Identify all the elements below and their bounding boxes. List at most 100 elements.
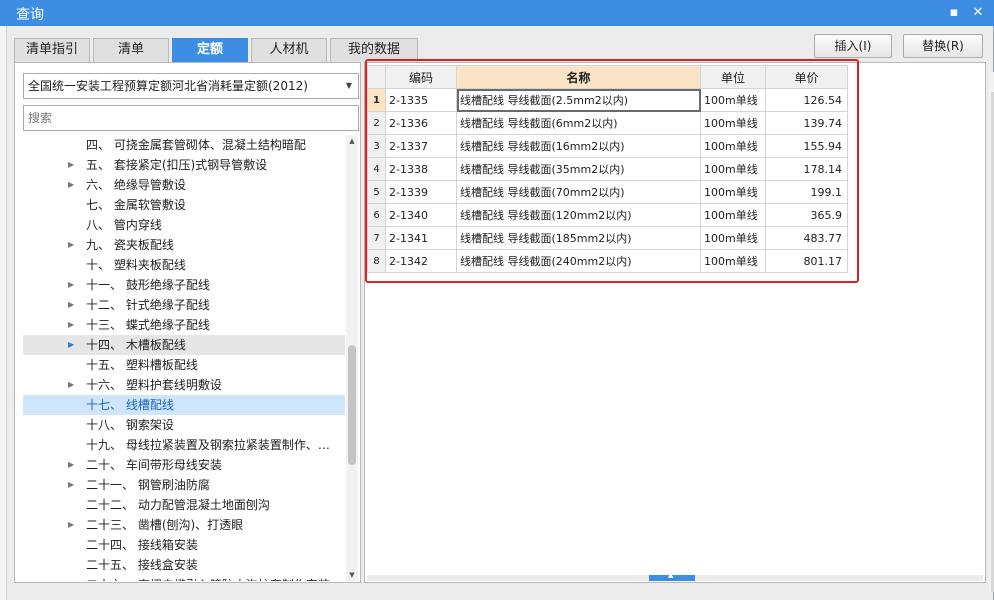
table-row[interactable]: 5 2-1339 线槽配线 导线截面(70mm2以内) 100m单线 199.1	[367, 180, 848, 204]
tree-item[interactable]: ▶ 九、 瓷夹板配线	[23, 235, 345, 255]
tree-item[interactable]: ▶ 二十一、 钢管刷油防腐	[23, 475, 345, 495]
tree-item[interactable]: 二十二、 动力配管混凝土地面刨沟	[23, 495, 345, 515]
scroll-down-icon[interactable]: ▼	[346, 569, 358, 581]
tree-item[interactable]: 十八、 钢索架设	[23, 415, 345, 435]
column-header-price[interactable]: 单价	[765, 65, 848, 89]
cell-price[interactable]: 199.1	[765, 180, 848, 204]
dialog-right-scrollbar[interactable]	[989, 72, 994, 592]
expand-caret-icon[interactable]: ▶	[68, 475, 74, 495]
cell-code[interactable]: 2-1338	[385, 157, 457, 181]
cell-code[interactable]: 2-1340	[385, 203, 457, 227]
tree-item[interactable]: ▶ 六、 绝缘导管敷设	[23, 175, 345, 195]
table-row[interactable]: 2 2-1336 线槽配线 导线截面(6mm2以内) 100m单线 139.74	[367, 111, 848, 135]
cell-name[interactable]: 线槽配线 导线截面(240mm2以内)	[456, 249, 701, 273]
cell-name[interactable]: 线槽配线 导线截面(16mm2以内)	[456, 134, 701, 158]
table-row[interactable]: 7 2-1341 线槽配线 导线截面(185mm2以内) 100m单线 483.77	[367, 226, 848, 250]
tree-item[interactable]: 八、 管内穿线	[23, 215, 345, 235]
splitter-grip[interactable]: ▲	[649, 571, 695, 581]
cell-price[interactable]: 483.77	[765, 226, 848, 250]
minimize-icon[interactable]: ▪	[944, 3, 964, 23]
cell-unit[interactable]: 100m单线	[700, 180, 766, 204]
cell-name[interactable]: 线槽配线 导线截面(70mm2以内)	[456, 180, 701, 204]
table-row[interactable]: 3 2-1337 线槽配线 导线截面(16mm2以内) 100m单线 155.94	[367, 134, 848, 158]
search-input[interactable]	[23, 105, 359, 131]
row-number[interactable]: 3	[367, 134, 386, 158]
row-number[interactable]: 6	[367, 203, 386, 227]
bottom-splitter[interactable]: ▲	[367, 571, 983, 581]
cell-unit[interactable]: 100m单线	[700, 203, 766, 227]
cell-price[interactable]: 801.17	[765, 249, 848, 273]
tab-labor-material-machine[interactable]: 人材机	[251, 38, 327, 62]
cell-name[interactable]: 线槽配线 导线截面(6mm2以内)	[456, 111, 701, 135]
cell-price[interactable]: 365.9	[765, 203, 848, 227]
table-row[interactable]: 1 2-1335 线槽配线 导线截面(2.5mm2以内) 100m单线 126.54	[367, 88, 848, 112]
cell-name[interactable]: 线槽配线 导线截面(2.5mm2以内)	[456, 88, 701, 112]
column-header-name[interactable]: 名称	[456, 65, 701, 89]
tree-item[interactable]: ▶ 五、 套接紧定(扣压)式钢导管敷设	[23, 155, 345, 175]
tree-item[interactable]: ▶ 二十三、 凿槽(刨沟)、打透眼	[23, 515, 345, 535]
cell-code[interactable]: 2-1335	[385, 88, 457, 112]
cell-code[interactable]: 2-1336	[385, 111, 457, 135]
tab-quota[interactable]: 定额	[172, 38, 248, 62]
expand-caret-icon[interactable]: ▶	[68, 295, 74, 315]
tree-item[interactable]: ▶ 十一、 鼓形绝缘子配线	[23, 275, 345, 295]
expand-caret-icon[interactable]: ▶	[68, 155, 74, 175]
replace-button[interactable]: 替换(R)	[903, 34, 983, 58]
cell-name[interactable]: 线槽配线 导线截面(185mm2以内)	[456, 226, 701, 250]
cell-code[interactable]: 2-1341	[385, 226, 457, 250]
tree-item[interactable]: 十五、 塑料槽板配线	[23, 355, 345, 375]
expand-caret-icon[interactable]: ▶	[68, 335, 74, 355]
tree-scrollbar[interactable]: ▲ ▼	[346, 135, 358, 581]
tree-item[interactable]: 七、 金属软管敷设	[23, 195, 345, 215]
table-row[interactable]: 8 2-1342 线槽配线 导线截面(240mm2以内) 100m单线 801.17	[367, 249, 848, 273]
expand-caret-icon[interactable]: ▶	[68, 375, 74, 395]
row-number[interactable]: 7	[367, 226, 386, 250]
insert-button[interactable]: 插入(I)	[814, 34, 892, 58]
tree-item[interactable]: 十、 塑料夹板配线	[23, 255, 345, 275]
tree-item[interactable]: 二十四、 接线箱安装	[23, 535, 345, 555]
cell-unit[interactable]: 100m单线	[700, 157, 766, 181]
cell-price[interactable]: 139.74	[765, 111, 848, 135]
row-number[interactable]: 2	[367, 111, 386, 135]
row-number[interactable]: 8	[367, 249, 386, 273]
cell-code[interactable]: 2-1337	[385, 134, 457, 158]
row-number[interactable]: 5	[367, 180, 386, 204]
expand-caret-icon[interactable]: ▶	[68, 455, 74, 475]
cell-unit[interactable]: 100m单线	[700, 249, 766, 273]
expand-caret-icon[interactable]: ▶	[68, 175, 74, 195]
cell-code[interactable]: 2-1339	[385, 180, 457, 204]
cell-price[interactable]: 126.54	[765, 88, 848, 112]
tree-item[interactable]: 十七、 线槽配线	[23, 395, 345, 415]
cell-unit[interactable]: 100m单线	[700, 134, 766, 158]
cell-unit[interactable]: 100m单线	[700, 88, 766, 112]
row-number[interactable]: 1	[367, 88, 386, 112]
cell-code[interactable]: 2-1342	[385, 249, 457, 273]
tab-my-data[interactable]: 我的数据	[330, 38, 418, 62]
table-row[interactable]: 4 2-1338 线槽配线 导线截面(35mm2以内) 100m单线 178.14	[367, 157, 848, 181]
expand-caret-icon[interactable]: ▶	[68, 235, 74, 255]
tree-item[interactable]: ▶ 十二、 针式绝缘子配线	[23, 295, 345, 315]
scroll-up-icon[interactable]: ▲	[346, 135, 358, 147]
scrollbar-thumb[interactable]	[348, 345, 356, 465]
column-header-unit[interactable]: 单位	[700, 65, 766, 89]
column-header-code[interactable]: 编码	[385, 65, 457, 89]
quota-library-select[interactable]: 全国统一安装工程预算定额河北省消耗量定额(2012) ▼	[23, 73, 359, 99]
expand-caret-icon[interactable]: ▶	[68, 315, 74, 335]
tree-item[interactable]: ▶ 十六、 塑料护套线明敷设	[23, 375, 345, 395]
cell-unit[interactable]: 100m单线	[700, 226, 766, 250]
tree-item[interactable]: 二十五、 接线盒安装	[23, 555, 345, 575]
expand-caret-icon[interactable]: ▶	[68, 275, 74, 295]
tree-item[interactable]: ▶ 十四、 木槽板配线	[23, 335, 345, 355]
cell-unit[interactable]: 100m单线	[700, 111, 766, 135]
table-row[interactable]: 6 2-1340 线槽配线 导线截面(120mm2以内) 100m单线 365.9	[367, 203, 848, 227]
cell-name[interactable]: 线槽配线 导线截面(35mm2以内)	[456, 157, 701, 181]
tree-item[interactable]: ▶ 二十、 车间带形母线安装	[23, 455, 345, 475]
row-number[interactable]: 4	[367, 157, 386, 181]
cell-name[interactable]: 线槽配线 导线截面(120mm2以内)	[456, 203, 701, 227]
expand-caret-icon[interactable]: ▶	[68, 515, 74, 535]
tree-item[interactable]: 二十六、 直埋电缆引入管防水沟护套制作安装	[23, 575, 345, 581]
tree-item[interactable]: ▶ 十三、 蝶式绝缘子配线	[23, 315, 345, 335]
tab-bill[interactable]: 清单	[93, 38, 169, 62]
close-icon[interactable]: ✕	[968, 3, 988, 23]
tab-bill-guide[interactable]: 清单指引	[14, 38, 90, 62]
